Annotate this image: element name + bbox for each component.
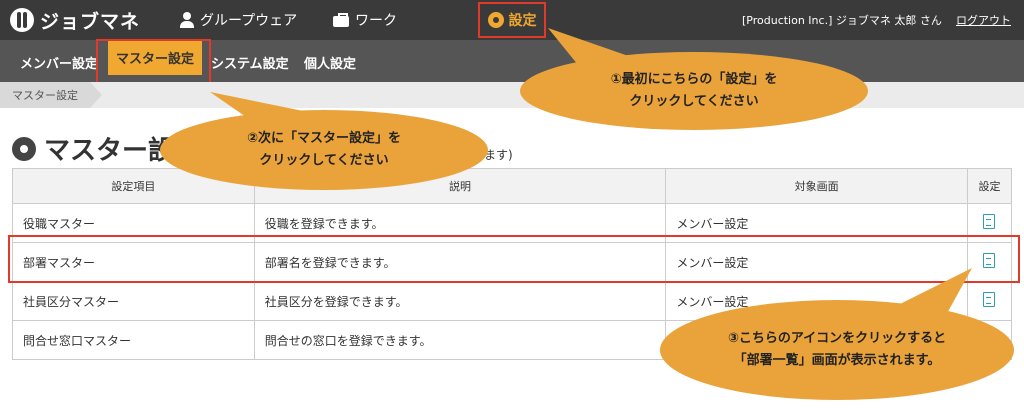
callout-1-line2: クリックしてください (629, 94, 759, 109)
callout-3-line2: 「部署一覧」画面が表示されます。 (733, 353, 941, 368)
callout-3: ③こちらのアイコンをクリックすると 「部署一覧」画面が表示されます。 (660, 300, 1014, 400)
callout-3-line1: ③こちらのアイコンをクリックすると (727, 331, 947, 346)
callout-1-line1: ①最初にこちらの「設定」を (610, 72, 778, 87)
callout-1: ①最初にこちらの「設定」を クリックしてください (520, 52, 868, 130)
callout-2: ②次に「マスター設定」を クリックしてください (160, 110, 488, 190)
callout-2-line1: ②次に「マスター設定」を (246, 131, 401, 146)
callout-2-line2: クリックしてください (259, 153, 389, 168)
